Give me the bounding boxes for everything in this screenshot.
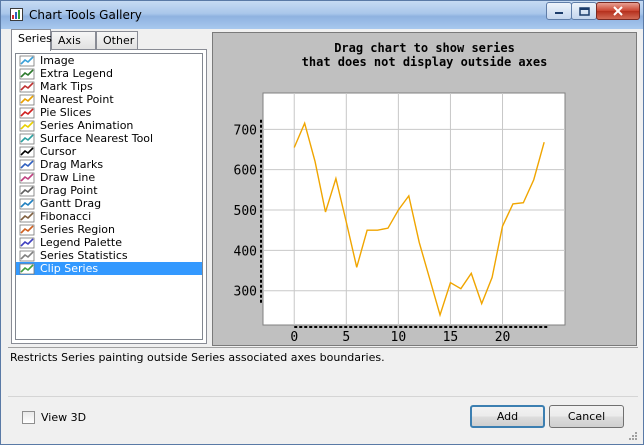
draw-line-icon xyxy=(19,172,35,183)
tab-axis[interactable]: Axis xyxy=(51,31,96,50)
tool-item-label: Fibonacci xyxy=(40,210,92,223)
tab-series[interactable]: Series xyxy=(11,29,52,51)
line-chart[interactable]: 300 400 500 600 700 0 5 10 15 20 xyxy=(213,33,636,345)
tool-description: Restricts Series painting outside Series… xyxy=(8,347,638,394)
tool-item-label: Drag Point xyxy=(40,184,98,197)
x-tick-label: 20 xyxy=(495,330,511,345)
y-tick-label: 600 xyxy=(234,164,257,179)
tool-item-label: Clip Series xyxy=(40,262,99,275)
drag-marks-icon xyxy=(19,159,35,170)
cancel-button[interactable]: Cancel xyxy=(549,405,624,428)
nearest-point-icon xyxy=(19,94,35,105)
tool-item-label: Mark Tips xyxy=(40,80,93,93)
tool-item-label: Extra Legend xyxy=(40,67,113,80)
chart-panel[interactable]: Drag chart to show series that does not … xyxy=(212,32,637,346)
tool-item-label: Pie Slices xyxy=(40,106,92,119)
fibonacci-icon xyxy=(19,211,35,222)
tool-item-label: Surface Nearest Tool xyxy=(40,132,154,145)
tool-item-clip-series[interactable]: Clip Series xyxy=(16,262,202,275)
series-region-icon xyxy=(19,224,35,235)
series-animation-icon xyxy=(19,120,35,131)
tool-item-cursor[interactable]: Cursor xyxy=(16,145,202,158)
tool-item-label: Series Statistics xyxy=(40,249,128,262)
surface-nearest-icon xyxy=(19,133,35,144)
tool-item-label: Series Region xyxy=(40,223,115,236)
x-tick-label: 15 xyxy=(443,330,459,345)
clip-series-icon xyxy=(19,263,35,274)
tool-item-series-region[interactable]: Series Region xyxy=(16,223,202,236)
x-tick-label: 10 xyxy=(391,330,407,345)
close-icon xyxy=(613,6,623,16)
tool-item-label: Drag Marks xyxy=(40,158,104,171)
minimize-icon xyxy=(555,12,563,14)
tool-item-surface-nearest-tool[interactable]: Surface Nearest Tool xyxy=(16,132,202,145)
title-bar[interactable]: Chart Tools Gallery xyxy=(1,1,643,29)
tool-item-nearest-point[interactable]: Nearest Point xyxy=(16,93,202,106)
pie-slices-icon xyxy=(19,107,35,118)
tool-list[interactable]: Image Extra Legend Mark Tips Nearest Point P… xyxy=(15,53,203,340)
dialog-client: Series Axis Other Image Extra Legend Mark … xyxy=(5,29,639,442)
series-statistics-icon xyxy=(19,250,35,261)
tool-item-label: Cursor xyxy=(40,145,77,158)
tool-item-draw-line[interactable]: Draw Line xyxy=(16,171,202,184)
view-3d-label[interactable]: View 3D xyxy=(41,411,86,424)
tool-item-series-animation[interactable]: Series Animation xyxy=(16,119,202,132)
chart-tools-gallery-window: Chart Tools Gallery Series Axis Other Im… xyxy=(0,0,644,445)
tool-item-label: Nearest Point xyxy=(40,93,114,106)
separator xyxy=(8,396,638,397)
tool-item-label: Image xyxy=(40,54,75,67)
maximize-button[interactable] xyxy=(571,2,597,20)
tool-item-label: Legend Palette xyxy=(40,236,123,249)
y-tick-label: 500 xyxy=(234,204,257,219)
tool-item-mark-tips[interactable]: Mark Tips xyxy=(16,80,202,93)
legend-palette-icon xyxy=(19,237,35,248)
resize-grip-icon[interactable] xyxy=(627,430,637,440)
tool-item-extra-legend[interactable]: Extra Legend xyxy=(16,67,202,80)
app-icon xyxy=(10,8,23,21)
y-tick-label: 700 xyxy=(234,123,257,138)
mark-tips-icon xyxy=(19,81,35,92)
series-tab-page: Image Extra Legend Mark Tips Nearest Point P… xyxy=(11,49,207,344)
cursor-icon xyxy=(19,146,35,157)
tab-other[interactable]: Other xyxy=(96,31,138,50)
x-tick-label: 0 xyxy=(290,330,298,345)
drag-point-icon xyxy=(19,185,35,196)
tool-item-fibonacci[interactable]: Fibonacci xyxy=(16,210,202,223)
image-icon xyxy=(19,55,35,66)
tool-item-legend-palette[interactable]: Legend Palette xyxy=(16,236,202,249)
maximize-icon xyxy=(578,6,590,16)
tool-item-pie-slices[interactable]: Pie Slices xyxy=(16,106,202,119)
add-button[interactable]: Add xyxy=(470,405,545,428)
extra-legend-icon xyxy=(19,68,35,79)
close-button[interactable] xyxy=(596,2,640,20)
tool-item-drag-point[interactable]: Drag Point xyxy=(16,184,202,197)
y-tick-label: 300 xyxy=(234,285,257,300)
tool-item-label: Gantt Drag xyxy=(40,197,102,210)
tool-item-gantt-drag[interactable]: Gantt Drag xyxy=(16,197,202,210)
tool-item-label: Draw Line xyxy=(40,171,96,184)
minimize-button[interactable] xyxy=(546,2,572,20)
y-tick-label: 400 xyxy=(234,244,257,259)
window-title: Chart Tools Gallery xyxy=(29,8,142,22)
gantt-drag-icon xyxy=(19,198,35,209)
view-3d-checkbox[interactable] xyxy=(22,411,35,424)
x-tick-label: 5 xyxy=(342,330,350,345)
tool-item-drag-marks[interactable]: Drag Marks xyxy=(16,158,202,171)
tool-item-label: Series Animation xyxy=(40,119,134,132)
tool-item-image[interactable]: Image xyxy=(16,54,202,67)
tool-item-series-statistics[interactable]: Series Statistics xyxy=(16,249,202,262)
plot-area xyxy=(262,92,566,326)
